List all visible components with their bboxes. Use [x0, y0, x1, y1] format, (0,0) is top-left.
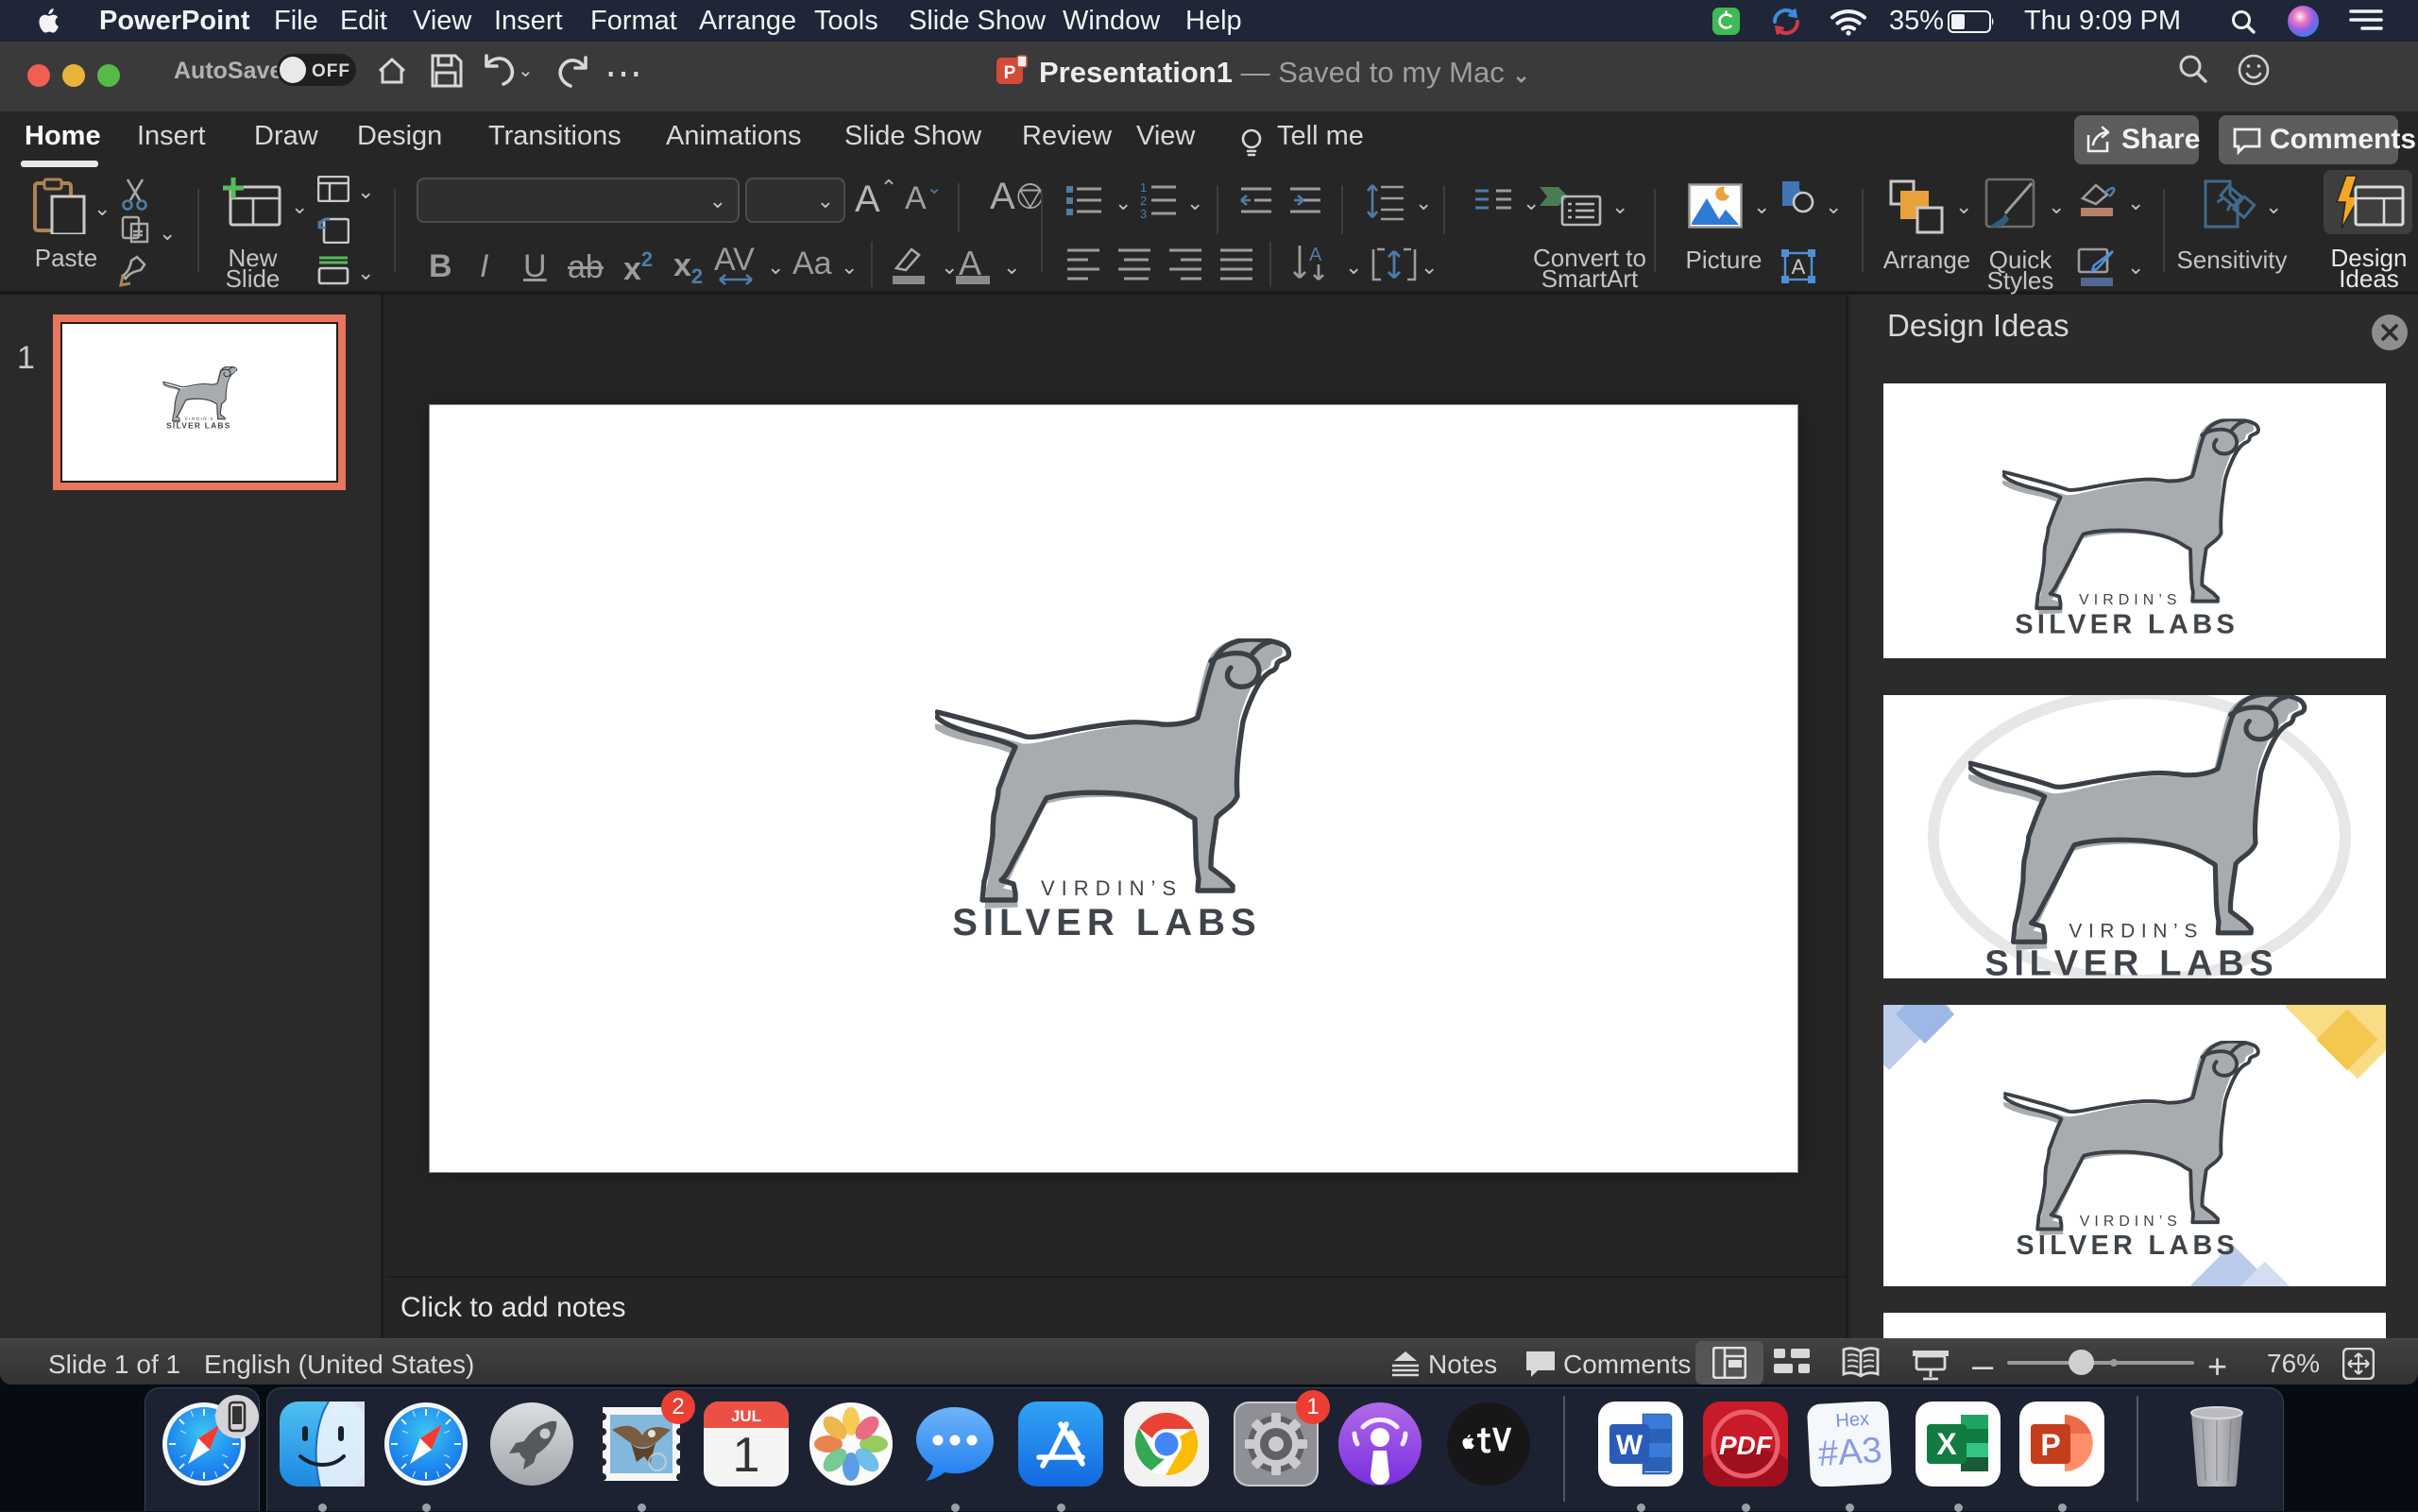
svg-text:A: A: [1792, 255, 1806, 279]
svg-text:3: 3: [1140, 207, 1147, 221]
svg-text:1: 1: [1140, 181, 1147, 195]
svg-text:2: 2: [1140, 194, 1147, 208]
svg-text:A: A: [1309, 245, 1322, 265]
svg-text:P: P: [1004, 63, 1016, 83]
